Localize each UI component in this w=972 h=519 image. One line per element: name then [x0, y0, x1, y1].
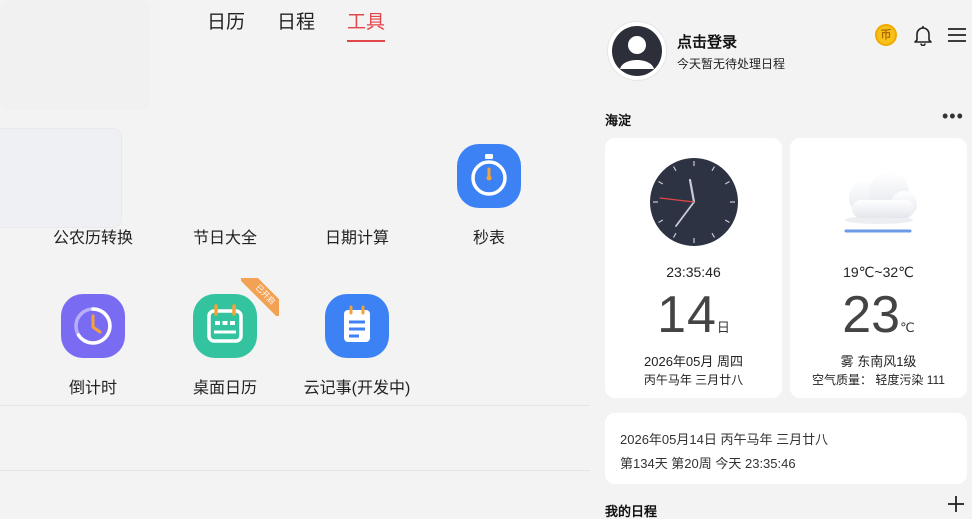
sidebar: 点击登录 今天暂无待处理日程 币 海淀 ••• 23:35:46 14日 202… — [590, 0, 972, 519]
tool-label: 云记事(开发中) — [303, 380, 411, 397]
tool-countdown[interactable]: 倒计时 — [28, 294, 158, 400]
stopwatch-icon — [457, 144, 521, 208]
menu-icon[interactable] — [947, 26, 967, 44]
current-temp: 23℃ — [842, 286, 915, 344]
tool-date-calc[interactable]: 日期计算 — [292, 140, 422, 250]
tab-bar: 日历 日程 工具 — [0, 10, 590, 44]
tool-holidays[interactable]: 节日大全 — [160, 140, 290, 250]
fog-cloud-icon — [834, 164, 924, 236]
schedule-status: 今天暂无待处理日程 — [677, 57, 786, 71]
weather-card: 19℃~32℃ 23℃ 雾 东南风1级 空气质量： 轻度污染 111 — [790, 138, 967, 398]
clock-time: 23:35:46 — [666, 264, 721, 280]
date-info-line: 2026年05月14日 丙午马年 三月廿八 — [620, 432, 829, 447]
avatar[interactable] — [608, 22, 666, 80]
tool-label: 日期计算 — [324, 230, 389, 247]
weather-desc: 雾 东南风1级 — [840, 354, 917, 369]
date-info-line: 第134天 第20周 今天 23:35:46 — [620, 456, 796, 471]
countdown-icon — [61, 294, 125, 358]
tool-label: 桌面日历 — [192, 380, 257, 397]
enabled-badge: 已开启 — [241, 278, 279, 316]
tool-stopwatch[interactable]: 秒表 — [424, 144, 554, 250]
location-label: 海淀 — [605, 113, 632, 128]
tool-label: 公农历转换 — [52, 230, 133, 247]
clock-lunar: 丙午马年 三月廿八 — [643, 373, 744, 387]
more-icon[interactable]: ••• — [942, 106, 964, 127]
tool-desktop-calendar[interactable]: 已开启 桌面日历 — [160, 278, 290, 400]
date-info-card: 2026年05月14日 丙午马年 三月廿八 第134天 第20周 今天 23:3… — [605, 413, 967, 484]
tab-tools[interactable]: 工具 — [347, 10, 386, 42]
my-schedule-title: 我的日程 — [605, 504, 658, 519]
tool-lunar-convert[interactable]: 公农历转换 — [28, 140, 158, 250]
add-schedule-icon[interactable] — [946, 494, 966, 514]
tool-label: 节日大全 — [192, 230, 257, 247]
tool-cloud-notes[interactable]: 云记事(开发中) — [292, 294, 422, 400]
coin-icon[interactable]: 币 — [875, 24, 897, 46]
clock-day: 14日 — [657, 286, 730, 344]
tab-calendar[interactable]: 日历 — [207, 10, 245, 36]
tools-panel: 日历 日程 工具 公农历转换 节日大全 日期计算 秒表 倒计时 已开启 桌面日历… — [0, 0, 590, 519]
tab-schedule[interactable]: 日程 — [277, 10, 315, 36]
temp-range: 19℃~32℃ — [843, 264, 914, 280]
clock-date: 2026年05月 周四 — [644, 354, 743, 369]
tool-label: 秒表 — [472, 230, 505, 247]
analog-clock — [648, 156, 740, 248]
clock-card: 23:35:46 14日 2026年05月 周四 丙午马年 三月廿八 — [605, 138, 782, 398]
tool-label: 倒计时 — [68, 380, 117, 397]
notes-icon — [325, 294, 389, 358]
air-quality: 空气质量： 轻度污染 111 — [812, 373, 945, 387]
login-link[interactable]: 点击登录 — [677, 31, 737, 52]
bell-icon[interactable] — [912, 24, 934, 47]
